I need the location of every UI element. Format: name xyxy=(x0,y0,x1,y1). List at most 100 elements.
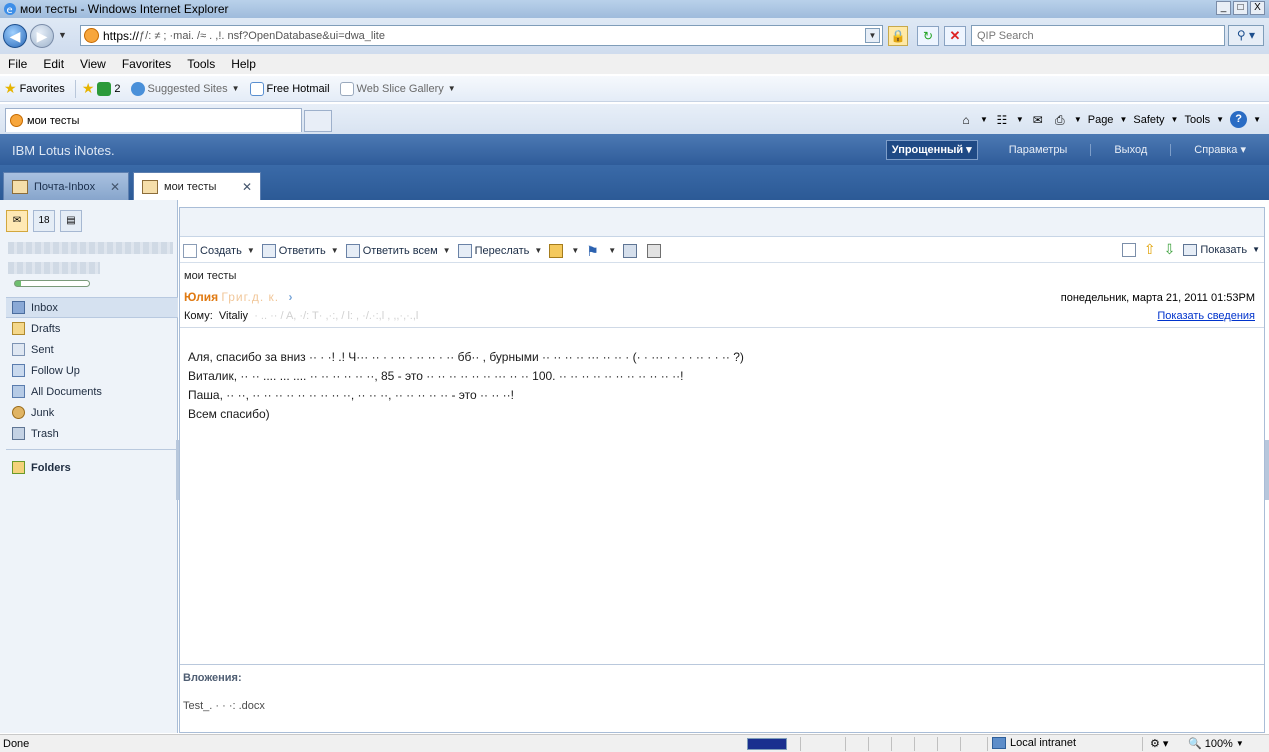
reply-all-button[interactable]: Ответить всем ▼ xyxy=(345,243,451,258)
history-dropdown-icon[interactable]: ▼ xyxy=(58,30,67,40)
mode-selector[interactable]: Упрощенный ▾ xyxy=(885,139,978,160)
reply-button[interactable]: Ответить ▼ xyxy=(261,243,339,258)
add-favorites-button[interactable]: ★ 2 xyxy=(82,80,121,97)
logout-link[interactable]: Выход xyxy=(1090,143,1170,156)
tab-mail-inbox[interactable]: Почта-Inbox ✕ xyxy=(3,172,129,200)
mail-switch-icon[interactable]: ✉ xyxy=(6,210,28,232)
show-details-link[interactable]: Показать сведения xyxy=(1157,310,1255,322)
forward-button[interactable]: ▶ xyxy=(30,24,54,48)
tools-menu[interactable]: Tools xyxy=(1184,114,1210,126)
sidebar-item-drafts[interactable]: Drafts xyxy=(6,318,178,339)
menu-view[interactable]: View xyxy=(80,57,106,71)
help-link[interactable]: Справка ▾ xyxy=(1170,143,1269,156)
divider xyxy=(6,449,178,450)
new-tab-button[interactable] xyxy=(304,110,332,132)
toolbar-right: ⇧ ⇩ Показать ▼ xyxy=(1121,241,1260,258)
flag-icon: ⚑ xyxy=(586,242,599,259)
message-toolbar: Создать ▼ Ответить ▼ Ответить всем ▼ Пер… xyxy=(180,239,1264,263)
sidebar-item-trash[interactable]: Trash xyxy=(6,423,178,444)
message-recipients: Кому: Vitaliy · .. ·· / A, ·/: T· ,·:, /… xyxy=(184,310,418,322)
favorites-button[interactable]: ★ Favorites xyxy=(4,80,65,97)
attachment-file-link[interactable]: Test_. · · ·: .docx xyxy=(183,700,265,712)
menu-favorites[interactable]: Favorites xyxy=(122,57,171,71)
message-sender[interactable]: Юлия Григ.д. к. › xyxy=(184,290,292,304)
divider xyxy=(845,737,846,751)
web-slice-gallery-label: Web Slice Gallery xyxy=(356,82,444,95)
sidebar-item-folders[interactable]: Folders xyxy=(6,457,178,478)
lock-icon[interactable]: 🔒 xyxy=(888,26,908,46)
delete-button[interactable] xyxy=(623,243,640,258)
close-tab-icon[interactable]: ✕ xyxy=(110,180,120,194)
previous-arrow-icon[interactable]: ⇧ xyxy=(1144,241,1156,258)
follow-up-button[interactable]: ⚑ ▼ xyxy=(586,244,616,258)
recipient-name: Vitaliy xyxy=(218,310,249,322)
menu-help[interactable]: Help xyxy=(231,57,256,71)
sidebar-item-follow-up[interactable]: Follow Up xyxy=(6,360,178,381)
sidebar-item-label: Follow Up xyxy=(31,364,80,377)
mail-icon[interactable]: ✉ xyxy=(1030,112,1046,128)
add-favorite-icon: ★ xyxy=(81,80,95,96)
free-hotmail-link[interactable]: Free Hotmail xyxy=(249,81,330,96)
security-zone[interactable]: Local intranet xyxy=(992,737,1076,749)
preferences-link[interactable]: Параметры xyxy=(986,144,1091,156)
close-button[interactable]: X xyxy=(1250,1,1265,15)
chevron-down-icon[interactable]: ▼ xyxy=(1016,115,1024,124)
minimize-button[interactable]: _ xyxy=(1216,1,1231,15)
open-in-new-window-icon[interactable] xyxy=(1121,242,1136,257)
sidebar-item-junk[interactable]: Junk xyxy=(6,402,178,423)
protected-mode-icon[interactable]: ⚙ ▾ xyxy=(1150,737,1168,750)
menu-edit[interactable]: Edit xyxy=(43,57,64,71)
chevron-down-icon[interactable]: ▼ xyxy=(1253,115,1261,124)
forward-button[interactable]: Переслать ▼ xyxy=(457,243,542,258)
calendar-switch-icon[interactable]: 18 xyxy=(33,210,55,232)
safety-menu[interactable]: Safety xyxy=(1133,114,1164,126)
chevron-down-icon: ▼ xyxy=(608,246,617,255)
stop-button[interactable]: ✕ xyxy=(944,26,966,46)
menu-file[interactable]: File xyxy=(8,57,27,71)
suggested-sites-link[interactable]: Suggested Sites ▼ xyxy=(130,81,240,96)
sidebar-item-inbox[interactable]: Inbox xyxy=(6,297,178,318)
feeds-icon[interactable]: ☷ xyxy=(994,112,1010,128)
refresh-button[interactable]: ↻ xyxy=(917,26,939,46)
search-button[interactable]: ⚲ ▾ xyxy=(1228,25,1264,46)
create-label: Создать xyxy=(200,244,242,257)
print-icon[interactable]: ⎙ xyxy=(1052,112,1068,128)
chevron-down-icon[interactable]: ▼ xyxy=(1074,115,1082,124)
tab-document[interactable]: мои тесты ✕ xyxy=(133,172,261,200)
sidebar-item-sent[interactable]: Sent xyxy=(6,339,178,360)
zoom-level: 100% xyxy=(1204,737,1233,750)
contacts-switch-icon[interactable]: ▤ xyxy=(60,210,82,232)
mode-label: Упрощенный xyxy=(891,143,964,156)
sidebar-item-label: Folders xyxy=(31,461,71,474)
menu-tools[interactable]: Tools xyxy=(187,57,215,71)
zoom-control[interactable]: 🔍 100% ▼ xyxy=(1188,737,1244,751)
sidebar-item-all-documents[interactable]: All Documents xyxy=(6,381,178,402)
help-icon[interactable]: ? xyxy=(1230,111,1248,128)
move-to-folder-button[interactable]: ▼ xyxy=(549,243,579,258)
maximize-button[interactable]: □ xyxy=(1233,1,1248,15)
sidebar-item-label: Inbox xyxy=(31,301,58,314)
page-menu[interactable]: Page xyxy=(1088,114,1114,126)
help-link-label: Справка xyxy=(1194,143,1238,156)
back-button[interactable]: ◀ xyxy=(3,24,27,48)
search-input[interactable]: QIP Search xyxy=(971,25,1225,46)
reply-icon xyxy=(261,243,276,258)
status-text: Done xyxy=(3,738,30,750)
sender-name: Юлия xyxy=(184,290,219,304)
progress-bar xyxy=(747,738,787,750)
close-tab-icon[interactable]: ✕ xyxy=(242,180,252,194)
sender-chevron-icon[interactable]: › xyxy=(288,290,292,304)
create-button[interactable]: Создать ▼ xyxy=(183,243,255,258)
next-arrow-icon[interactable]: ⇩ xyxy=(1164,241,1176,258)
print-button[interactable] xyxy=(647,243,664,258)
user-name xyxy=(8,242,173,254)
show-menu-button[interactable]: Показать ▼ xyxy=(1183,243,1260,256)
web-slice-gallery-link[interactable]: Web Slice Gallery ▼ xyxy=(339,81,456,96)
address-field[interactable]: https:// ƒ/: ≠ ; ·mai. /≈ . ,!. nsf?Open… xyxy=(80,25,883,46)
address-dropdown-icon[interactable]: ▼ xyxy=(865,28,880,43)
home-icon[interactable]: ⌂ xyxy=(958,112,974,128)
browser-tab[interactable]: мои тесты xyxy=(5,108,302,132)
chevron-down-icon[interactable]: ▼ xyxy=(980,115,988,124)
favorites-label: Favorites xyxy=(19,82,65,95)
collapse-right-handle[interactable] xyxy=(1265,440,1269,500)
